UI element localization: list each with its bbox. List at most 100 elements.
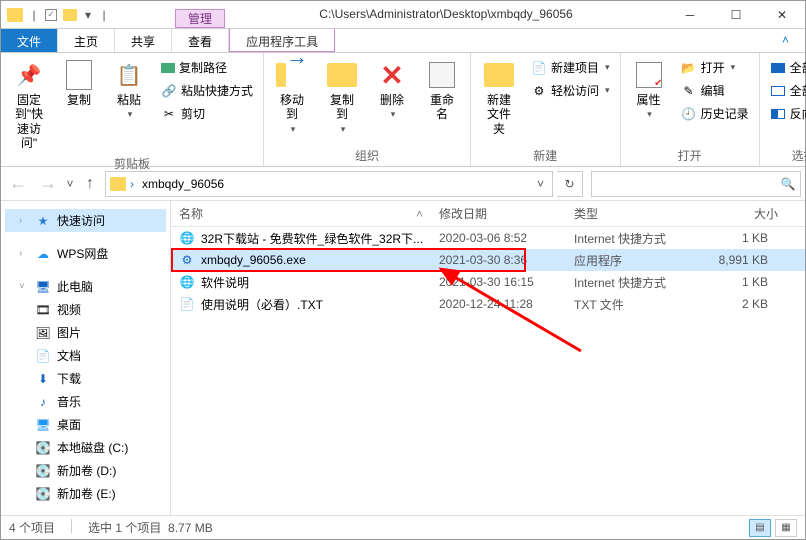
- cut-button[interactable]: ✂剪切: [157, 103, 257, 124]
- drive-icon: 💽: [35, 440, 51, 456]
- tab-share[interactable]: 共享: [115, 29, 172, 52]
- paste-label: 粘贴: [117, 93, 141, 107]
- nav-video[interactable]: 🎞视频: [5, 298, 166, 321]
- col-name[interactable]: 名称˄: [171, 205, 431, 222]
- checkbox-icon[interactable]: ✓: [45, 9, 57, 21]
- delete-button[interactable]: ✕ 删除▾: [370, 57, 414, 122]
- paste-button[interactable]: 📋 粘贴 ▾: [107, 57, 151, 122]
- search-box[interactable]: 🔍: [591, 171, 801, 197]
- view-large-button[interactable]: ▦: [775, 519, 797, 537]
- file-date: 2021-03-30 8:36: [431, 253, 566, 267]
- file-row[interactable]: 🌐32R下载站 - 免费软件_绿色软件_32R下...2020-03-06 8:…: [171, 227, 805, 249]
- new-item-label: 新建项目: [551, 59, 599, 76]
- properties-icon: ✔: [633, 59, 665, 91]
- qat-dropdown[interactable]: ▾: [83, 8, 93, 22]
- file-row[interactable]: 📄使用说明（必看）.TXT2020-12-24 11:28TXT 文件2 KB: [171, 293, 805, 315]
- new-folder-label: 新建文件夹: [483, 93, 515, 136]
- copy-label: 复制: [67, 93, 91, 107]
- nav-downloads[interactable]: ⬇下载: [5, 367, 166, 390]
- nav-documents[interactable]: 📄文档: [5, 344, 166, 367]
- drive-icon: 💽: [35, 463, 51, 479]
- close-button[interactable]: ✕: [759, 1, 805, 28]
- nav-drive-e[interactable]: 💽新加卷 (E:): [5, 482, 166, 505]
- col-type[interactable]: 类型: [566, 205, 696, 222]
- view-details-button[interactable]: ▤: [749, 519, 771, 537]
- pc-icon: 🖥: [35, 279, 51, 295]
- address-bar[interactable]: › xmbqdy_96056 ˅: [105, 171, 553, 197]
- invert-button[interactable]: 反向选择: [766, 103, 806, 124]
- nav-music[interactable]: ♪音乐: [5, 390, 166, 413]
- copy-to-button[interactable]: 复制到▾: [320, 57, 364, 137]
- history-label: 历史记录: [701, 105, 749, 122]
- nav-drive-c[interactable]: 💽本地磁盘 (C:): [5, 436, 166, 459]
- copy-icon: [63, 59, 95, 91]
- desktop-icon: 🖥: [35, 417, 51, 433]
- file-name: 软件说明: [201, 274, 249, 291]
- status-bar: 4 个项目 选中 1 个项目 8.77 MB ▤ ▦: [1, 515, 805, 539]
- forward-button[interactable]: →: [35, 171, 61, 197]
- select-none-button[interactable]: 全部取消: [766, 80, 806, 101]
- properties-button[interactable]: ✔ 属性▾: [627, 57, 671, 122]
- nav-quick-access[interactable]: ›★快速访问: [5, 209, 166, 232]
- edit-button[interactable]: ✎编辑: [677, 80, 753, 101]
- file-type: TXT 文件: [566, 296, 696, 313]
- select-none-label: 全部取消: [790, 82, 806, 99]
- new-folder-button[interactable]: 新建文件夹: [477, 57, 521, 138]
- refresh-button[interactable]: ↻: [557, 171, 583, 197]
- back-button[interactable]: ←: [5, 171, 31, 197]
- file-list[interactable]: 名称˄ 修改日期 类型 大小 🌐32R下载站 - 免费软件_绿色软件_32R下.…: [171, 201, 805, 515]
- easy-access-button[interactable]: ⚙轻松访问▾: [527, 80, 614, 101]
- up-button[interactable]: ↑: [79, 173, 101, 195]
- address-dropdown[interactable]: ˅: [533, 177, 548, 191]
- open-label: 打开: [701, 59, 725, 76]
- chevron-icon[interactable]: ›: [19, 215, 29, 226]
- delete-icon: ✕: [376, 59, 408, 91]
- shortcut-icon: 🔗: [161, 83, 177, 99]
- col-size[interactable]: 大小: [696, 205, 786, 222]
- navigation-pane[interactable]: ›★快速访问 ›☁WPS网盘 ˅🖥此电脑 🎞视频 🖼图片 📄文档 ⬇下载 ♪音乐…: [1, 201, 171, 515]
- history-dropdown[interactable]: ˅: [65, 177, 75, 191]
- breadcrumb-item[interactable]: xmbqdy_96056: [138, 175, 228, 193]
- move-to-button[interactable]: → 移动到▾: [270, 57, 314, 137]
- file-row[interactable]: 🌐软件说明2021-03-30 16:15Internet 快捷方式1 KB: [171, 271, 805, 293]
- paste-shortcut-button[interactable]: 🔗粘贴快捷方式: [157, 80, 257, 101]
- maximize-button[interactable]: ☐: [713, 1, 759, 28]
- open-button[interactable]: 📂打开▾: [677, 57, 753, 78]
- new-item-button[interactable]: 📄新建项目▾: [527, 57, 614, 78]
- folder-icon: [7, 8, 23, 22]
- easy-access-icon: ⚙: [531, 83, 547, 99]
- nav-wps[interactable]: ›☁WPS网盘: [5, 242, 166, 265]
- edit-label: 编辑: [701, 82, 725, 99]
- minimize-button[interactable]: ─: [667, 1, 713, 28]
- crumb-chevron-icon[interactable]: ›: [130, 177, 134, 191]
- paste-shortcut-label: 粘贴快捷方式: [181, 82, 253, 99]
- nav-desktop[interactable]: 🖥桌面: [5, 413, 166, 436]
- col-date[interactable]: 修改日期: [431, 205, 566, 222]
- copy-button[interactable]: 复制: [57, 57, 101, 109]
- tab-file[interactable]: 文件: [1, 29, 58, 52]
- new-item-icon: 📄: [531, 60, 547, 76]
- copy-path-button[interactable]: 复制路径: [157, 57, 257, 78]
- ribbon-collapse-button[interactable]: ˄: [766, 29, 805, 52]
- cut-label: 剪切: [181, 105, 205, 122]
- nav-label: 音乐: [57, 393, 81, 410]
- column-headers: 名称˄ 修改日期 类型 大小: [171, 201, 805, 227]
- history-button[interactable]: 🕘历史记录: [677, 103, 753, 124]
- select-all-button[interactable]: 全部选择: [766, 57, 806, 78]
- tab-view[interactable]: 查看: [172, 29, 229, 52]
- nav-pictures[interactable]: 🖼图片: [5, 321, 166, 344]
- tab-home[interactable]: 主页: [58, 29, 115, 52]
- file-row[interactable]: ⚙xmbqdy_96056.exe2021-03-30 8:36应用程序8,99…: [171, 249, 805, 271]
- nav-bar: ← → ˅ ↑ › xmbqdy_96056 ˅ ↻ 🔍: [1, 167, 805, 201]
- tab-app-tools[interactable]: 应用程序工具: [229, 29, 335, 52]
- search-input[interactable]: [592, 177, 776, 191]
- pin-button[interactable]: 📌 固定到"快速访问": [7, 57, 51, 153]
- search-icon[interactable]: 🔍: [776, 177, 800, 191]
- nav-drive-d[interactable]: 💽新加卷 (D:): [5, 459, 166, 482]
- folder-icon[interactable]: [63, 9, 77, 21]
- rename-button[interactable]: 重命名: [420, 57, 464, 124]
- file-icon: 📄: [179, 296, 195, 312]
- folder-icon: [110, 177, 126, 191]
- nav-pc[interactable]: ˅🖥此电脑: [5, 275, 166, 298]
- title-bar: | ✓ ▾ | 管理 C:\Users\Administrator\Deskto…: [1, 1, 805, 29]
